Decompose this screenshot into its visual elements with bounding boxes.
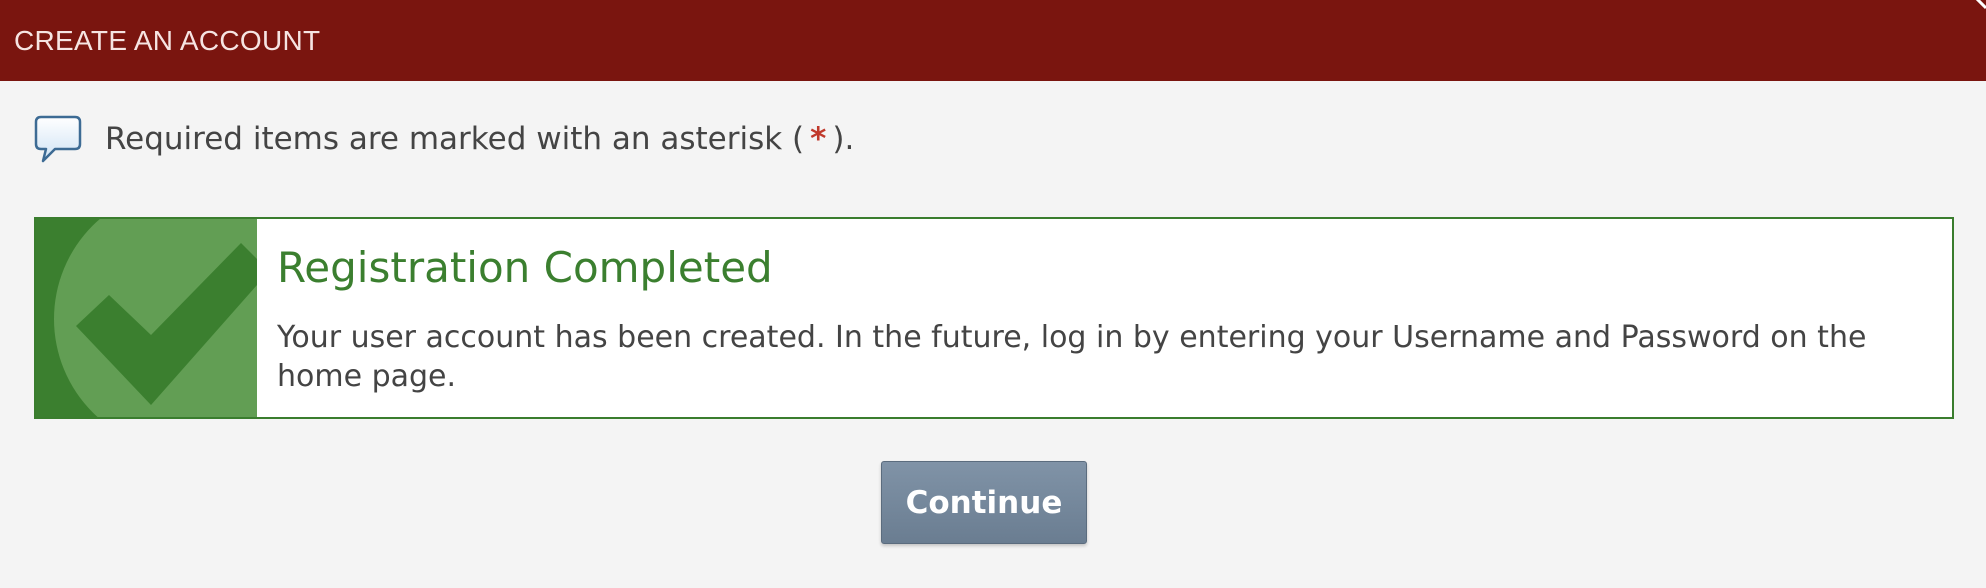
registration-success-panel: Registration Completed Your user account…	[34, 217, 1954, 419]
note-text-end: ).	[832, 121, 855, 157]
checkmark-icon	[54, 219, 257, 417]
continue-button[interactable]: Continue	[881, 461, 1087, 544]
success-title: Registration Completed	[277, 243, 773, 292]
note-text: Required items are marked with an asteri…	[105, 121, 805, 157]
success-icon-area	[36, 219, 257, 417]
success-body: Registration Completed Your user account…	[257, 219, 1952, 417]
close-icon[interactable]	[1968, 0, 1986, 12]
success-message: Your user account has been created. In t…	[277, 320, 1867, 394]
dialog-header: CREATE AN ACCOUNT	[0, 0, 1986, 81]
required-items-note: Required items are marked with an asteri…	[33, 114, 854, 164]
dialog-title: CREATE AN ACCOUNT	[14, 24, 321, 56]
speech-bubble-icon	[34, 115, 82, 163]
required-asterisk: *	[810, 121, 827, 157]
